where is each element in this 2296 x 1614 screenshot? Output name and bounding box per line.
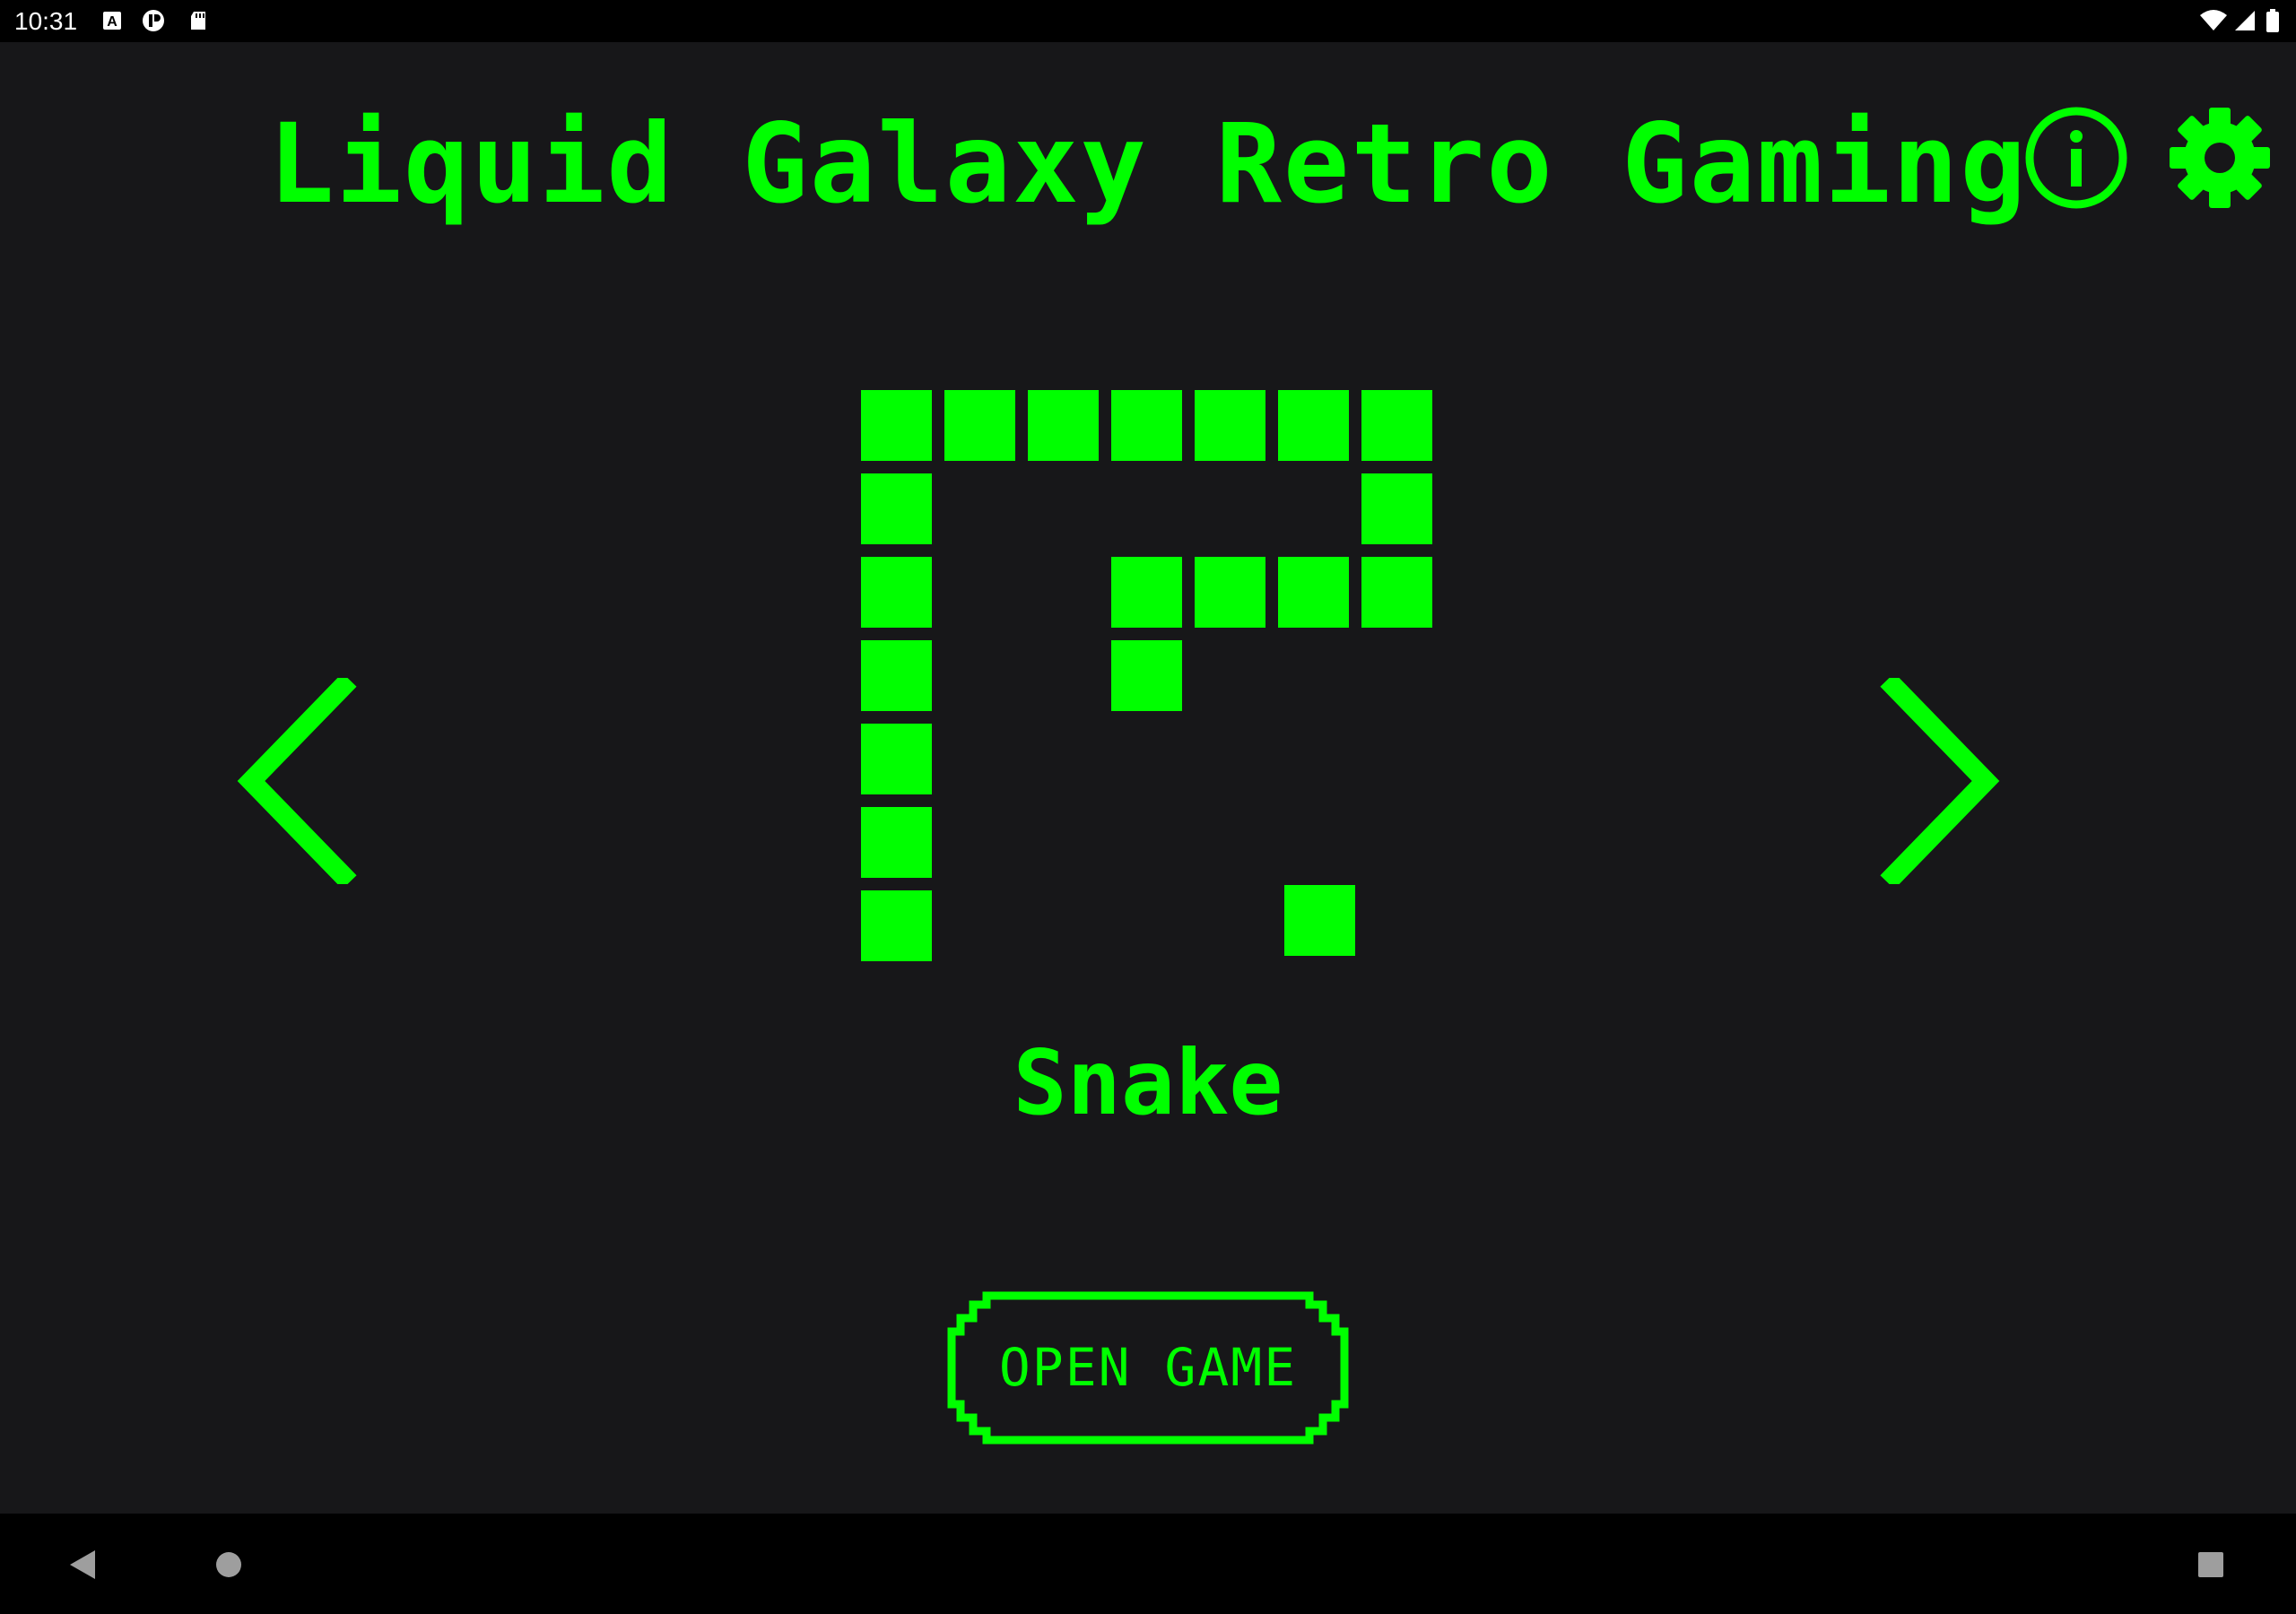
- back-triangle-icon[interactable]: [65, 1547, 100, 1583]
- battery-icon: [2266, 9, 2280, 32]
- recents-square-icon[interactable]: [2196, 1549, 2226, 1580]
- sd-card-icon: [187, 9, 210, 32]
- shield-app-icon: [142, 9, 165, 32]
- snake-game-icon: [857, 386, 1439, 1004]
- wifi-icon: [2199, 9, 2228, 32]
- home-circle-icon[interactable]: [213, 1549, 244, 1580]
- device-screen: 10:31 A Liquid Galaxy Retro Gaming Snake…: [0, 0, 2296, 1614]
- gear-icon: [2166, 104, 2274, 212]
- game-name: Snake: [1013, 1030, 1283, 1135]
- page-title: Liquid Galaxy Retro Gaming: [268, 100, 2028, 228]
- game-thumbnail[interactable]: [857, 386, 1439, 1004]
- navigation-bar: [0, 1514, 2296, 1614]
- open-game-label: OPEN GAME: [998, 1337, 1298, 1398]
- info-circle-icon: [2022, 104, 2130, 212]
- svg-text:A: A: [107, 14, 117, 30]
- previous-game-button[interactable]: [235, 678, 361, 884]
- next-game-button[interactable]: [1876, 678, 2002, 884]
- status-time: 10:31: [14, 7, 78, 35]
- info-button[interactable]: [2022, 104, 2130, 212]
- cell-signal-icon: [2233, 9, 2257, 32]
- open-game-button[interactable]: OPEN GAME: [946, 1290, 1350, 1445]
- status-bar: 10:31 A: [0, 0, 2296, 42]
- chevron-left-icon: [235, 678, 361, 884]
- keyboard-a-icon: A: [100, 9, 124, 32]
- chevron-right-icon: [1876, 678, 2002, 884]
- settings-button[interactable]: [2166, 104, 2274, 212]
- app-content: Liquid Galaxy Retro Gaming Snake OPEN GA…: [0, 42, 2296, 1514]
